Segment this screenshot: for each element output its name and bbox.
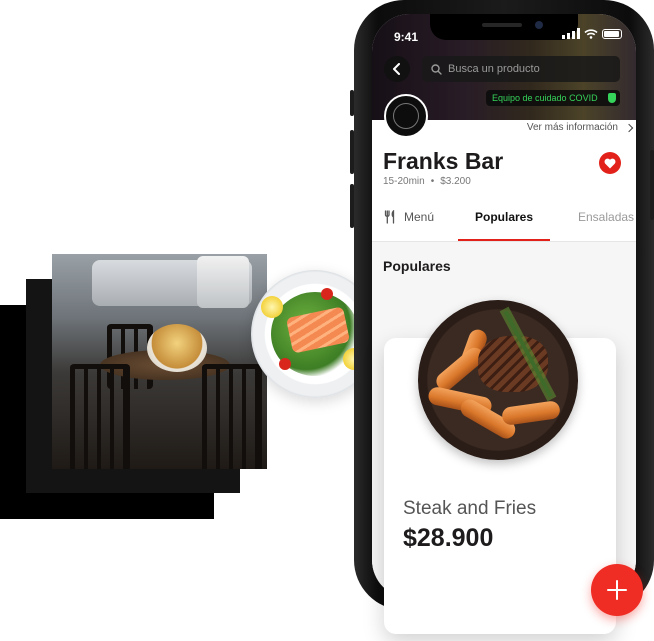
covid-badge-label: Equipo de cuidado COVID bbox=[492, 93, 598, 103]
phone-power-button bbox=[650, 150, 654, 220]
meta-separator: • bbox=[430, 176, 435, 187]
tomato-shape bbox=[321, 288, 333, 300]
speaker-grill bbox=[482, 23, 522, 27]
section-title: Populares bbox=[383, 258, 451, 274]
shield-icon bbox=[608, 93, 616, 103]
restaurant-photo bbox=[52, 254, 267, 469]
status-icons bbox=[562, 28, 622, 39]
status-time: 9:41 bbox=[394, 30, 419, 44]
tab-menu-label: Menú bbox=[404, 210, 435, 224]
chevron-right-icon[interactable] bbox=[624, 123, 634, 133]
search-icon bbox=[431, 63, 442, 75]
truck-cab-shape bbox=[197, 256, 249, 308]
heart-icon bbox=[604, 158, 616, 168]
restaurant-meta: 15-20min • $3.200 bbox=[383, 176, 471, 187]
covid-badge[interactable]: Equipo de cuidado COVID bbox=[486, 90, 620, 106]
product-name: Steak and Fries bbox=[403, 498, 537, 519]
back-button[interactable] bbox=[384, 56, 410, 82]
battery-icon bbox=[602, 28, 622, 39]
food-bowl-shape bbox=[147, 324, 207, 372]
add-to-cart-button[interactable] bbox=[591, 564, 643, 616]
fork-knife-icon bbox=[384, 210, 395, 224]
phone-notch bbox=[430, 14, 578, 40]
chair-shape bbox=[70, 364, 130, 469]
chair-shape bbox=[202, 364, 262, 469]
front-camera bbox=[535, 21, 543, 29]
back-arrow-icon bbox=[393, 63, 400, 75]
more-info-link[interactable]: Ver más información bbox=[527, 122, 618, 133]
favorite-button[interactable] bbox=[599, 152, 621, 174]
restaurant-logo bbox=[384, 94, 428, 138]
tab-ensaladas[interactable]: Ensaladas bbox=[578, 210, 634, 224]
lemon-shape bbox=[261, 296, 283, 318]
fry-shape bbox=[501, 400, 561, 426]
product-price: $28.900 bbox=[403, 524, 494, 552]
search-input[interactable]: Busca un producto bbox=[422, 56, 620, 82]
wifi-icon bbox=[584, 28, 598, 39]
logo-ring bbox=[393, 103, 419, 129]
tomato-shape bbox=[279, 358, 291, 370]
steak-plate-image bbox=[418, 300, 578, 460]
restaurant-name: Franks Bar bbox=[383, 148, 504, 174]
steak-shape bbox=[478, 336, 548, 392]
search-placeholder: Busca un producto bbox=[448, 63, 540, 75]
tab-menu[interactable]: Menú bbox=[384, 210, 434, 224]
tab-populares[interactable]: Populares bbox=[475, 210, 533, 224]
plus-icon-vertical bbox=[615, 580, 619, 600]
delivery-time: 15-20min bbox=[383, 176, 425, 187]
signal-icon bbox=[562, 28, 580, 39]
delivery-fee: $3.200 bbox=[440, 176, 471, 187]
category-tabs: Menú Populares Ensaladas bbox=[372, 210, 636, 240]
